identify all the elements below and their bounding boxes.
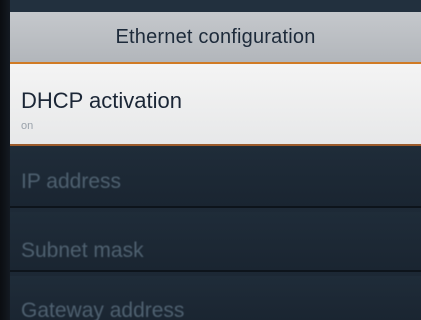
screen-bezel — [0, 0, 10, 320]
menu-item-dhcp-activation[interactable]: DHCP activation on — [10, 64, 421, 146]
ethernet-config-screen: Ethernet configuration DHCP activation o… — [0, 0, 421, 320]
menu-item-subnet-mask[interactable]: Subnet mask — [10, 212, 421, 272]
screen-header: Ethernet configuration — [10, 12, 421, 64]
page-title: Ethernet configuration — [115, 25, 316, 48]
menu-item-ip-address[interactable]: IP address — [10, 148, 421, 208]
menu-item-label: Subnet mask — [21, 239, 144, 262]
menu-item-value: on — [21, 120, 34, 132]
menu-item-label: Gateway address — [21, 299, 185, 320]
menu-item-gateway-address[interactable]: Gateway address — [10, 276, 421, 320]
menu-item-label: DHCP activation — [21, 88, 182, 113]
menu-item-label: IP address — [21, 170, 122, 193]
